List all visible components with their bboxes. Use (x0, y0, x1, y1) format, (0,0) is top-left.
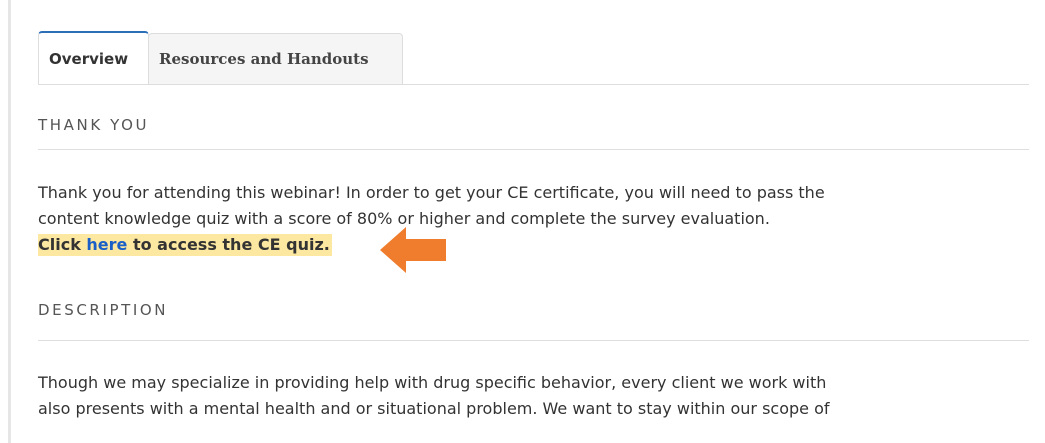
tab-bar: Overview Resources and Handouts (38, 31, 403, 84)
ce-quiz-link[interactable]: here (86, 235, 127, 254)
thank-you-body: Thank you for attending this webinar! In… (38, 180, 1028, 258)
cta-line: Click here to access the CE quiz. (38, 232, 1028, 258)
section-divider (38, 340, 1029, 341)
cta-prefix: Click (38, 235, 87, 254)
description-body: Though we may specialize in providing he… (38, 370, 1028, 422)
tab-divider (38, 84, 1029, 85)
description-heading: DESCRIPTION (38, 301, 169, 319)
section-divider (38, 149, 1029, 150)
tab-resources-and-handouts[interactable]: Resources and Handouts (148, 33, 403, 84)
thank-you-heading: THANK YOU (38, 116, 150, 134)
thank-you-line: content knowledge quiz with a score of 8… (38, 209, 770, 228)
cta-highlight: Click here to access the CE quiz. (38, 234, 332, 256)
cta-suffix: to access the CE quiz. (127, 235, 330, 254)
tab-overview[interactable]: Overview (38, 31, 149, 84)
arrow-left-icon (380, 227, 446, 273)
thank-you-line: Thank you for attending this webinar! In… (38, 183, 825, 202)
description-line: Though we may specialize in providing he… (38, 373, 827, 392)
description-line: also presents with a mental health and o… (38, 399, 830, 418)
left-border (8, 0, 11, 443)
